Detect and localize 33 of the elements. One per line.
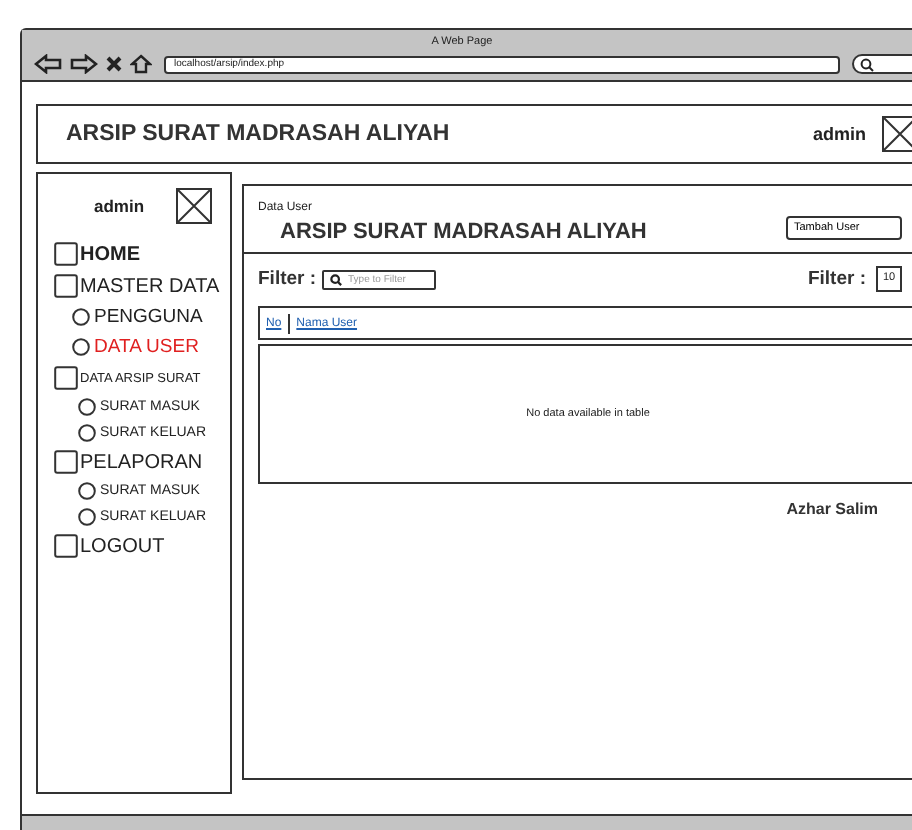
circle-icon xyxy=(72,338,90,356)
menu-item[interactable]: HOME xyxy=(80,243,140,265)
circle-icon xyxy=(78,424,96,442)
menu-item[interactable]: MASTER DATA xyxy=(80,275,220,297)
author-name: Azhar Salim xyxy=(786,500,878,518)
image-placeholder-icon xyxy=(176,188,213,224)
search-icon xyxy=(860,57,874,71)
square-icon xyxy=(54,242,78,266)
circle-icon xyxy=(78,398,96,416)
image-placeholder-icon xyxy=(882,116,912,152)
menu-item[interactable]: PENGGUNA xyxy=(94,306,203,328)
filter-label: Filter : xyxy=(258,268,317,290)
square-icon xyxy=(54,274,78,298)
home-icon[interactable] xyxy=(130,54,152,74)
close-icon[interactable] xyxy=(106,56,122,72)
search-icon xyxy=(330,273,343,285)
page-title: ARSIP SURAT MADRASAH ALIYAH xyxy=(280,220,647,244)
app-title: ARSIP SURAT MADRASAH ALIYAH xyxy=(66,122,450,146)
back-icon[interactable] xyxy=(34,54,62,74)
circle-icon xyxy=(78,482,96,500)
search-field[interactable] xyxy=(852,54,912,74)
circle-icon xyxy=(78,508,96,526)
square-icon xyxy=(54,450,78,474)
menu-item[interactable]: LOGOUT xyxy=(80,535,165,557)
square-icon xyxy=(54,534,78,558)
filter-label: Filter : xyxy=(807,268,866,290)
menu-item[interactable]: PELAPORAN xyxy=(80,451,203,473)
forward-icon[interactable] xyxy=(70,54,98,74)
circle-icon xyxy=(72,308,90,326)
square-icon xyxy=(54,366,78,390)
menu-item[interactable]: DATA USER xyxy=(94,336,199,358)
user-name: admin xyxy=(94,196,145,216)
user-name: admin xyxy=(812,124,866,144)
